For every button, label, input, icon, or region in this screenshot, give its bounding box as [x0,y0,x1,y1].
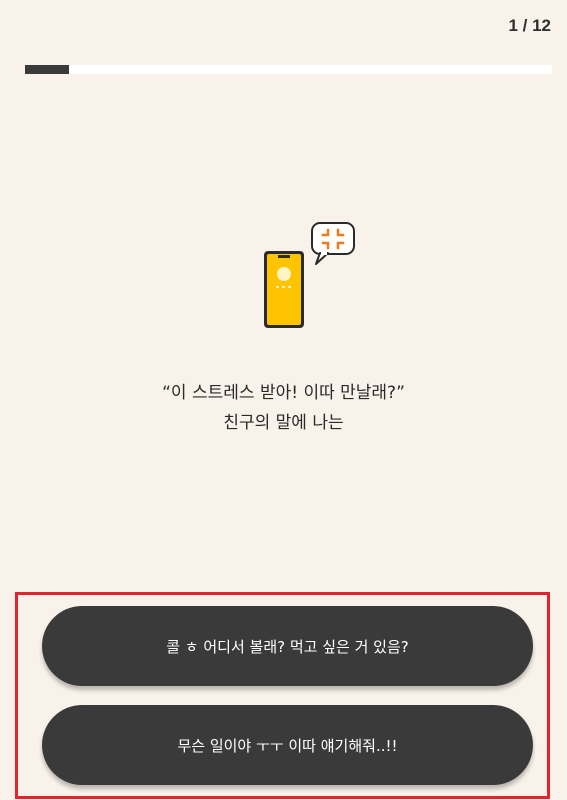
progress-bar-fill [25,65,69,74]
phone-icon [264,251,304,328]
question-line-2: 친구의 말에 나는 [223,413,344,433]
answer-button-1[interactable]: 콜 ㅎ 어디서 볼래? 먹고 싶은 거 있음? [42,606,533,686]
progress-bar [25,65,552,74]
question-text: “이 스트레스 받아! 이따 만날래?” 친구의 말에 나는 [0,378,567,438]
question-illustration [258,220,358,332]
progress-counter: 1 / 12 [508,16,551,35]
question-line-1: “이 스트레스 받아! 이따 만날래?” [162,383,405,403]
angry-speech-bubble-icon [311,222,355,265]
answer-button-2[interactable]: 무슨 일이야 ㅜㅜ 이따 얘기해줘..!! [42,705,533,785]
